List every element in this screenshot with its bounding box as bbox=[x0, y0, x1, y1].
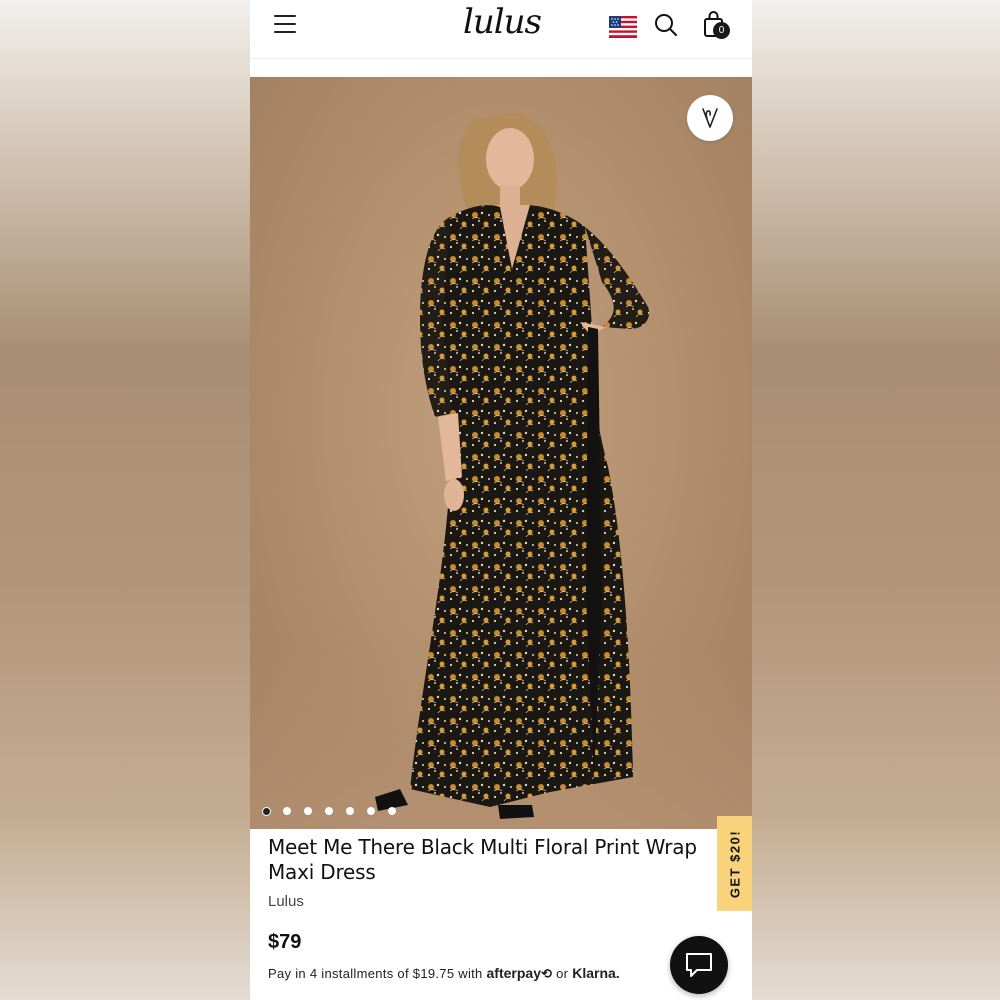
left-blur-background bbox=[0, 0, 250, 1000]
carousel-dot-6[interactable] bbox=[367, 807, 375, 815]
klarna-logo[interactable]: Klarna. bbox=[572, 965, 619, 981]
product-brand-link[interactable]: Lulus bbox=[268, 893, 304, 910]
us-flag-icon[interactable] bbox=[609, 16, 637, 38]
right-blur-background bbox=[750, 0, 1000, 1000]
installments-or: or bbox=[556, 966, 569, 981]
afterpay-logo[interactable]: afterpay bbox=[487, 965, 541, 981]
product-image-gallery[interactable] bbox=[250, 77, 752, 829]
heart-icon bbox=[702, 108, 718, 128]
product-title: Meet Me There Black Multi Floral Print W… bbox=[268, 835, 697, 884]
chat-button[interactable] bbox=[670, 936, 728, 994]
carousel-dot-7[interactable] bbox=[388, 807, 396, 815]
cart-count-badge: 0 bbox=[713, 22, 730, 39]
product-price: $79 bbox=[268, 931, 302, 953]
mobile-page: lulus 0 Meet Me There Black Multi Floral… bbox=[250, 0, 752, 1000]
carousel-dot-5[interactable] bbox=[346, 807, 354, 815]
lulus-logo[interactable]: lulus bbox=[456, 0, 548, 46]
site-header: lulus 0 bbox=[250, 0, 752, 59]
afterpay-loop-icon: ⟲ bbox=[540, 966, 553, 981]
favorite-button[interactable] bbox=[687, 95, 733, 141]
get-20-promo-tab[interactable]: GET $20! bbox=[717, 816, 752, 911]
product-photo bbox=[375, 112, 650, 819]
carousel-dot-3[interactable] bbox=[304, 807, 312, 815]
installments-info[interactable]: Pay in 4 installments of $19.75 with aft… bbox=[268, 965, 620, 982]
carousel-dot-2[interactable] bbox=[283, 807, 291, 815]
carousel-dot-1[interactable] bbox=[262, 807, 271, 816]
carousel-pagination bbox=[262, 807, 412, 819]
promo-label: GET $20! bbox=[727, 829, 742, 898]
search-icon[interactable] bbox=[653, 12, 679, 38]
carousel-dot-4[interactable] bbox=[325, 807, 333, 815]
installments-text: Pay in 4 installments of $19.75 with bbox=[268, 966, 483, 981]
chat-bubble-icon bbox=[686, 953, 712, 977]
hamburger-menu-icon[interactable] bbox=[274, 15, 296, 33]
